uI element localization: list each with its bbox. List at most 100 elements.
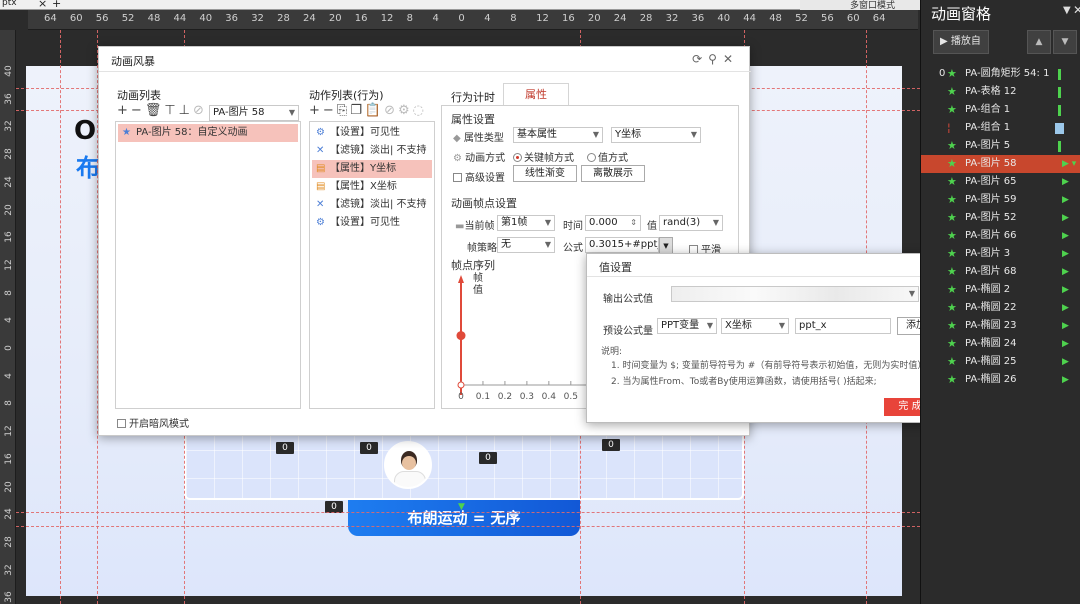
preset-type-select[interactable]: PPT变量 ▼	[657, 318, 717, 334]
current-frame-select[interactable]: 第1帧 ▼	[497, 215, 555, 231]
property-icon: ▤	[316, 181, 326, 192]
minus-icon[interactable]: −	[131, 103, 145, 118]
play-from-button[interactable]: ▶ 播放自	[933, 30, 989, 54]
linear-gradient-button[interactable]: 线性渐变	[513, 165, 577, 182]
guide-line-vertical[interactable]	[60, 30, 61, 604]
action-item[interactable]: ⚙ 【设置】可见性	[312, 124, 432, 142]
anchor-marker-icon[interactable]: ▼	[458, 502, 465, 512]
animation-list-item[interactable]: ★ PA-图片 3 ▶	[921, 245, 1080, 263]
dialog-title: 动画风暴	[111, 55, 155, 68]
action-item[interactable]: ▤ 【属性】X坐标	[312, 178, 432, 196]
x-tick-label: 0.2	[498, 392, 512, 401]
animation-list-item[interactable]: ★ PA-椭圆 26 ▶	[921, 371, 1080, 389]
animation-list-item[interactable]: ★ PA-椭圆 23 ▶	[921, 317, 1080, 335]
star-icon: ★	[947, 247, 957, 260]
action-item-label: 【滤镜】淡出| 不支持	[330, 145, 427, 156]
output-formula-input[interactable]: ▼	[671, 286, 919, 302]
ruler-tick-label: 56	[95, 13, 109, 24]
animation-list-item[interactable]: ★ PA-椭圆 22 ▶	[921, 299, 1080, 317]
radio-icon	[587, 153, 596, 162]
dark-mode-check[interactable]: 开启暗风模式	[117, 415, 189, 430]
animation-list-item[interactable]: ★ PA-椭圆 2 ▶	[921, 281, 1080, 299]
star-icon: ★	[947, 283, 957, 296]
value-label: 值	[647, 221, 657, 232]
ruler-tick-label: 52	[121, 13, 135, 24]
guide-line-horizontal[interactable]	[16, 526, 920, 527]
attr-settings-heading: 属性设置	[451, 113, 495, 126]
frame-sequence-chart[interactable]: 0 0.1 0.2 0.3 0.4 0.5	[451, 273, 591, 401]
anim-target-select[interactable]: PA-图片 58 ▼	[209, 105, 299, 121]
move-up-icon[interactable]: ⊤	[164, 103, 178, 118]
discrete-display-button[interactable]: 离散展示	[581, 165, 645, 182]
file-tab-label[interactable]: ptx	[2, 0, 17, 8]
guide-line-horizontal[interactable]	[16, 512, 920, 513]
animation-item-label: PA-椭圆 2	[965, 284, 1011, 295]
minus-icon[interactable]: −	[323, 103, 337, 118]
effect-icon[interactable]: ◌	[413, 103, 427, 118]
pane-menu-icon[interactable]: ▼	[1063, 5, 1071, 16]
value-radio[interactable]: 值方式	[587, 149, 628, 164]
close-tab-icon[interactable]: ×	[38, 0, 47, 10]
formula-input[interactable]: 0.3015+#ppt_h	[585, 237, 659, 253]
move-down-button[interactable]: ▼	[1053, 30, 1077, 54]
disable-icon[interactable]: ⊘	[384, 103, 398, 118]
attr-type-select[interactable]: 基本属性 ▼	[513, 127, 603, 143]
animation-list-item[interactable]: ★ PA-椭圆 24 ▶	[921, 335, 1080, 353]
animation-list-item[interactable]: ★ PA-组合 1	[921, 101, 1080, 119]
new-tab-icon[interactable]: +	[52, 0, 61, 10]
slide-text-o[interactable]: O	[74, 116, 96, 146]
action-item[interactable]: ✕ 【滤镜】淡出| 不支持	[312, 142, 432, 160]
advanced-check[interactable]: 高级设置	[453, 169, 505, 184]
animation-list-item[interactable]: ★ PA-图片 58 ▶ ▾	[921, 155, 1080, 173]
ruler-tick-label: 16	[354, 13, 368, 24]
strategy-select[interactable]: 无 ▼	[497, 237, 555, 253]
keyframe-point[interactable]	[456, 331, 466, 341]
animation-list-item[interactable]: ★ PA-表格 12	[921, 83, 1080, 101]
action-item[interactable]: ▤ 【属性】Y坐标	[312, 160, 432, 178]
animation-list-item[interactable]: 0 ★ PA-圆角矩形 54: 1	[921, 65, 1080, 83]
preset-formula-label: 预设公式量	[603, 326, 653, 337]
preset-value-input[interactable]: ppt_x	[795, 318, 891, 334]
attr-prop-select[interactable]: Y坐标 ▼	[611, 127, 701, 143]
add-icon[interactable]: +	[309, 103, 323, 118]
tab-timing[interactable]: 行为计时	[451, 89, 495, 105]
refresh-icon[interactable]: ⟳	[692, 52, 708, 66]
animation-list-item[interactable]: ★ PA-图片 66 ▶	[921, 227, 1080, 245]
close-icon[interactable]: ✕	[1073, 3, 1080, 17]
close-icon[interactable]: ✕	[723, 52, 739, 66]
ruler-tick-label: 40	[4, 65, 14, 77]
copy-icon[interactable]: ⎘	[337, 103, 350, 118]
pin-icon[interactable]: ⚲	[708, 52, 723, 66]
action-item[interactable]: ⚙ 【设置】可见性	[312, 214, 432, 232]
action-list-toolbar: +−⎘❐📋⊘⚙◌	[309, 103, 427, 118]
tab-attributes[interactable]: 属性	[503, 83, 569, 105]
animation-list-item[interactable]: ★ PA-椭圆 25 ▶	[921, 353, 1080, 371]
value-badge: 0	[602, 439, 620, 451]
formula-dropdown-button[interactable]: ▼	[659, 237, 673, 254]
paste-icon[interactable]: 📋	[365, 103, 384, 118]
link-icon[interactable]: ⚙	[398, 103, 413, 118]
value-select[interactable]: rand(3) ▼	[659, 215, 723, 231]
value-badge: 0	[479, 452, 497, 464]
action-item[interactable]: ✕ 【滤镜】淡出| 不支持	[312, 196, 432, 214]
animation-list-item[interactable]: ★ PA-图片 5	[921, 137, 1080, 155]
frame-sequence-title: 帧点序列	[451, 259, 495, 272]
avatar-image[interactable]	[384, 441, 432, 489]
keyframe-radio[interactable]: 关键帧方式	[513, 149, 574, 164]
duplicate-icon[interactable]: ❐	[350, 103, 365, 118]
animation-list-item[interactable]: ★ PA-图片 59 ▶	[921, 191, 1080, 209]
animation-list-item[interactable]: ★ PA-图片 68 ▶	[921, 263, 1080, 281]
move-down-icon[interactable]: ⊥	[179, 103, 193, 118]
disable-icon[interactable]: ⊘	[193, 103, 207, 118]
ruler-tick-label: 24	[613, 13, 627, 24]
preset-prop-select[interactable]: X坐标 ▼	[721, 318, 789, 334]
window-mode-toggle[interactable]: 多窗口模式	[800, 0, 920, 11]
animation-list-item[interactable]: ★ PA-图片 65 ▶	[921, 173, 1080, 191]
add-icon[interactable]: +	[117, 103, 131, 118]
animation-list-item[interactable]: ¦ PA-组合 1	[921, 119, 1080, 137]
animation-list-item[interactable]: ★ PA-图片 52 ▶	[921, 209, 1080, 227]
move-up-button[interactable]: ▲	[1027, 30, 1051, 54]
anim-list-item[interactable]: ★ PA-图片 58：自定义动画	[118, 124, 298, 142]
delete-icon[interactable]: 🗑	[145, 103, 165, 118]
time-input[interactable]: 0.000 ⇕	[585, 215, 641, 231]
